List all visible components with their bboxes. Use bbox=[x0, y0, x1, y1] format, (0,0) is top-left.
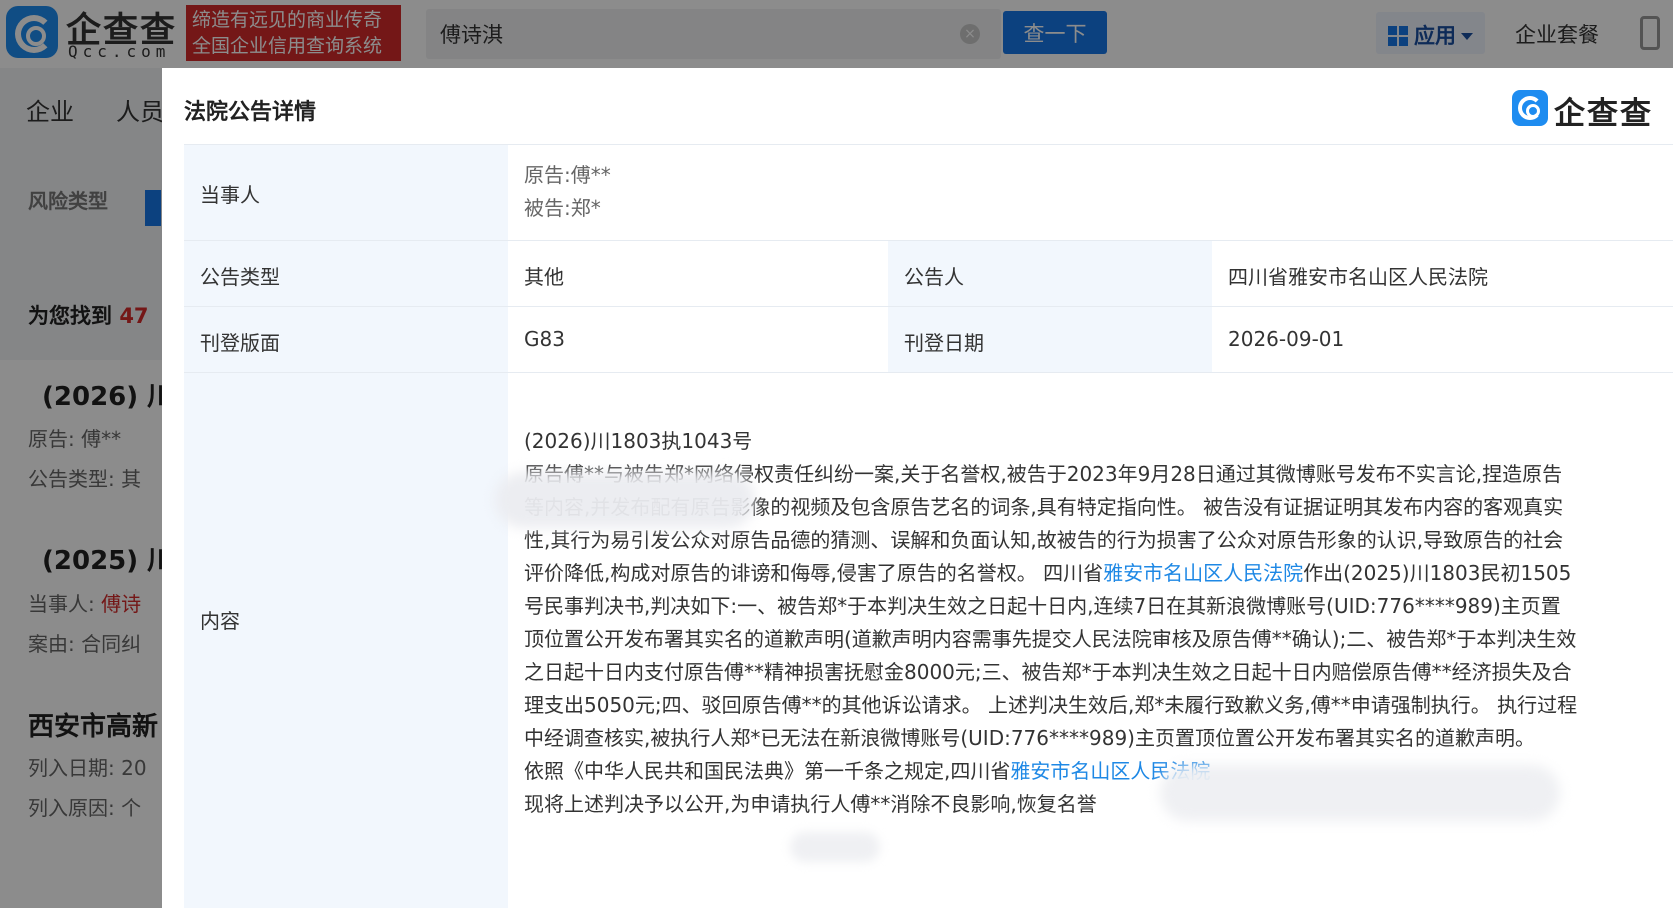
qcc-logo-icon bbox=[1512, 90, 1548, 126]
plaintiff-value: 原告:傅** bbox=[524, 163, 611, 187]
parties-row: 当事人 原告:傅** 被告:郑* bbox=[184, 144, 1673, 240]
redaction-blur bbox=[495, 472, 755, 528]
parties-label-cell: 当事人 bbox=[184, 145, 508, 240]
court-link-1[interactable]: 雅安市名山区人民法院 bbox=[1103, 561, 1303, 585]
notice-type-label: 公告类型 bbox=[200, 265, 280, 289]
date-label: 刊登日期 bbox=[904, 331, 984, 355]
defendant-value: 被告:郑* bbox=[524, 196, 601, 220]
date-label-cell: 刊登日期 bbox=[888, 307, 1212, 372]
date-value: 2026-09-01 bbox=[1228, 327, 1345, 351]
page-label-cell: 刊登版面 bbox=[184, 307, 508, 372]
announcer-value-cell: 四川省雅安市名山区人民法院 bbox=[1212, 241, 1673, 306]
modal-logo-text: 企查查 bbox=[1554, 96, 1653, 132]
page-value: G83 bbox=[524, 327, 565, 351]
announcer-label-cell: 公告人 bbox=[888, 241, 1212, 306]
content-sentence-4: 依照《中华人民共和国民法典》第一千条之规定,四川省 bbox=[524, 759, 1011, 783]
notice-type-label-cell: 公告类型 bbox=[184, 241, 508, 306]
redaction-blur-small bbox=[790, 832, 880, 862]
content-sentence-3: 作出(2025)川1803民初1505号民事判决书,判决如下:一、被告郑*于本判… bbox=[524, 561, 1578, 750]
date-value-cell: 2026-09-01 bbox=[1212, 307, 1673, 372]
page-label: 刊登版面 bbox=[200, 331, 280, 355]
page-value-cell: G83 bbox=[508, 307, 888, 372]
notice-type-value-cell: 其他 bbox=[508, 241, 888, 306]
content-row: 内容 (2026)川1803执1043号 原告傅**与被告郑*网络侵权责任纠纷一… bbox=[184, 372, 1673, 908]
content-label-cell: 内容 bbox=[184, 373, 508, 908]
content-value-cell: (2026)川1803执1043号 原告傅**与被告郑*网络侵权责任纠纷一案,关… bbox=[508, 373, 1673, 908]
parties-value-cell: 原告:傅** 被告:郑* bbox=[508, 145, 1673, 240]
publication-row: 刊登版面 G83 刊登日期 2026-09-01 bbox=[184, 306, 1673, 372]
announcer-label: 公告人 bbox=[904, 265, 964, 289]
watermark-blur bbox=[1160, 765, 1560, 821]
parties-label: 当事人 bbox=[200, 183, 260, 207]
modal-logo: 企查查 bbox=[1512, 88, 1670, 132]
case-number: (2026)川1803执1043号 bbox=[524, 429, 753, 453]
announcer-value: 四川省雅安市名山区人民法院 bbox=[1228, 265, 1488, 289]
notice-type-row: 公告类型 其他 公告人 四川省雅安市名山区人民法院 bbox=[184, 240, 1673, 306]
notice-type-value: 其他 bbox=[524, 265, 564, 289]
content-label: 内容 bbox=[200, 609, 240, 633]
modal-title: 法院公告详情 bbox=[184, 100, 317, 125]
